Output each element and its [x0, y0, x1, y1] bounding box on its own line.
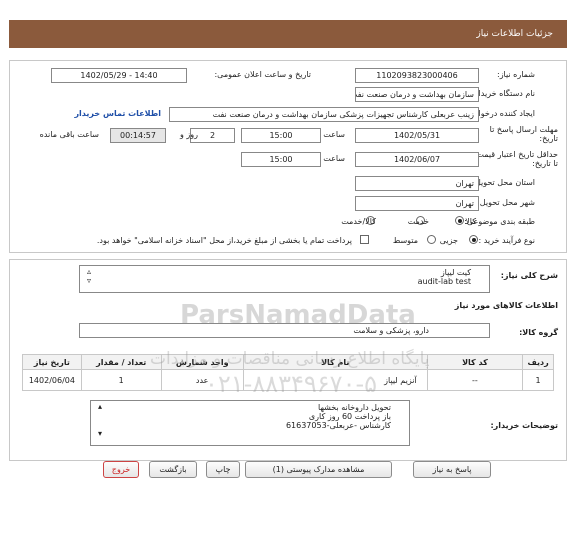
description-textarea[interactable]: کيت ليپاز audit-lab test ▵ ▿ — [79, 265, 490, 293]
process-option-minor: جزيی — [439, 236, 458, 245]
buyer-notes-label: توضيحات خريدار: — [490, 421, 558, 430]
back-button[interactable]: بازگشت — [149, 461, 197, 478]
days-label: روز و — [180, 130, 198, 139]
buyer-org-field: سازمان بهداشت و درمان صنعت نفت — [355, 87, 479, 102]
validity-date-field: 1402/06/07 — [355, 152, 479, 167]
category-option-goods-service: کالا/خدمت — [341, 217, 376, 226]
need-number-field: 1102093823000406 — [355, 68, 479, 83]
cell-code: -- — [426, 369, 524, 391]
deadline-label: مهلت ارسال پاسخ تا تاريخ: — [489, 125, 558, 143]
city-label: شهر محل تحويل: — [477, 198, 535, 207]
cell-row: 1 — [522, 369, 554, 391]
col-date: تاريخ نياز — [22, 354, 82, 370]
description-line-2: audit-lab test — [417, 277, 471, 286]
need-number-label: شماره نياز: — [497, 70, 535, 79]
process-radio-medium[interactable] — [427, 235, 436, 244]
deadline-time-label: ساعت — [323, 130, 345, 139]
category-option-service: خدمت — [407, 217, 429, 226]
announce-field: 1402/05/29 - 14:40 — [51, 68, 187, 83]
process-radio-minor[interactable] — [469, 235, 478, 244]
category-option-goods: کالا — [465, 217, 476, 226]
scroll-arrows-icon[interactable]: ▴ ▾ — [94, 402, 102, 438]
buyer-org-label: نام دستگاه خريدار: — [472, 89, 535, 98]
page-title: جزئيات اطلاعات نياز — [476, 29, 553, 39]
remaining-time-field: 00:14:57 — [110, 128, 166, 143]
city-field: تهران — [355, 196, 479, 211]
process-option-medium: متوسط — [392, 236, 418, 245]
watermark-brand: ParsNamadData — [180, 300, 416, 330]
buyer-notes-line-1: تحويل داروخانه بخشها — [318, 403, 391, 412]
col-row: رديف — [522, 354, 554, 370]
deadline-date-field: 1402/05/31 — [355, 128, 479, 143]
process-label: نوع فرآيند خريد : — [478, 236, 535, 245]
page-header: جزئيات اطلاعات نياز — [9, 20, 567, 48]
announce-label: تاريخ و ساعت اعلان عمومی: — [214, 70, 311, 79]
description-line-1: کيت ليپاز — [440, 268, 471, 277]
deadline-time-field: 15:00 — [241, 128, 321, 143]
col-code: کد کالا — [426, 354, 524, 370]
treasury-payment-checkbox[interactable] — [360, 235, 369, 244]
print-button[interactable]: چاپ — [206, 461, 240, 478]
watermark-phone: ۰۲۱-۸۸۳۴۹۶۷۰-۵ — [205, 370, 378, 398]
watermark-subtitle: پایگاه اطلاع رسانی مناقصات و مزایدات — [150, 349, 430, 369]
view-attachments-button[interactable]: مشاهده مدارک پيوستی (1) — [245, 461, 392, 478]
buyer-notes-textarea[interactable]: تحويل داروخانه بخشها باز پرداخت 60 روز ک… — [90, 400, 410, 446]
creator-field: زينب عربعلی کارشناس تجهيزات پزشکی سازمان… — [169, 107, 479, 122]
validity-time-label: ساعت — [323, 154, 345, 163]
treasury-payment-note: پرداخت تمام يا بخشی از مبلغ خريد،از محل … — [96, 236, 352, 245]
province-field: تهران — [355, 176, 479, 191]
cell-date: 1402/06/04 — [22, 369, 82, 391]
validity-time-field: 15:00 — [241, 152, 321, 167]
remaining-label: ساعت باقی مانده — [39, 130, 99, 139]
category-radio-goods[interactable] — [455, 216, 464, 225]
reply-button[interactable]: پاسخ به نياز — [413, 461, 491, 478]
cell-qty: 1 — [80, 369, 162, 391]
goods-group-label: گروه کالا: — [519, 328, 558, 337]
province-label: استان محل تحويل: — [472, 178, 535, 187]
buyer-contact-link[interactable]: اطلاعات تماس خريدار — [74, 109, 161, 118]
description-label: شرح كلی نياز: — [500, 271, 558, 280]
buyer-notes-line-2: باز پرداخت 60 روز کاری — [308, 412, 391, 421]
buyer-notes-line-3: کارشناس -عربعلی-61637053 — [285, 421, 391, 430]
scroll-arrows-icon[interactable]: ▵ ▿ — [83, 267, 91, 285]
exit-button[interactable]: خروج — [103, 461, 139, 478]
goods-section-title: اطلاعات کالاهای مورد نياز — [454, 301, 558, 310]
validity-label: حداقل تاريخ اعتبار قيمت: تا تاريخ: — [473, 150, 558, 168]
need-info-panel: شماره نياز: 1102093823000406 تاريخ و ساع… — [9, 60, 567, 253]
